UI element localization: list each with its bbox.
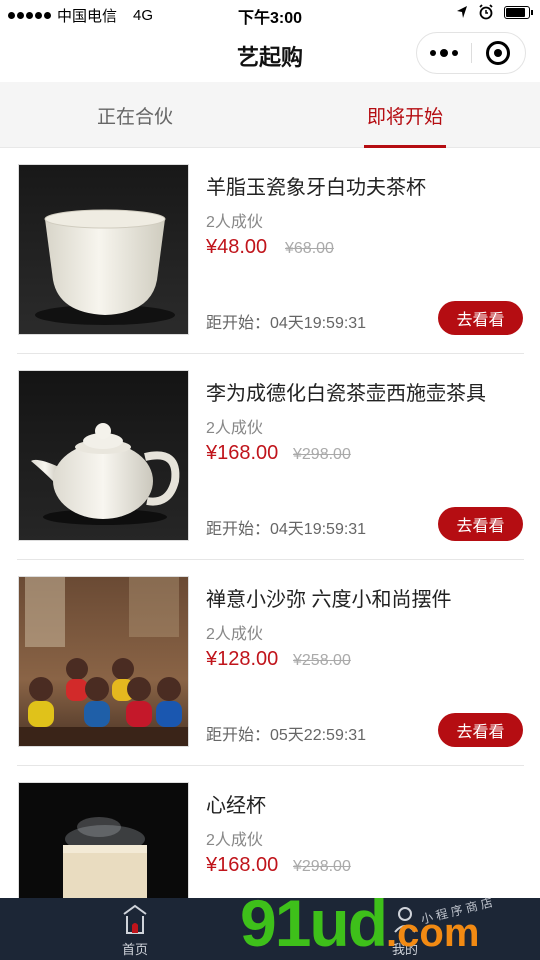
product-title: 心经杯 bbox=[206, 795, 266, 817]
product-item[interactable]: 羊脂玉瓷象牙白功夫茶杯 2人成伙 ¥48.00 ¥68.00 距开始：04天19… bbox=[17, 148, 524, 354]
tab-bar-top: 正在合伙 即将开始 bbox=[0, 82, 540, 148]
battery-icon bbox=[504, 5, 533, 19]
tab-upcoming[interactable]: 即将开始 bbox=[270, 82, 540, 148]
product-image[interactable] bbox=[18, 370, 189, 541]
countdown: 距开始：04天19:59:31 bbox=[206, 315, 367, 332]
group-price: ¥48.00 bbox=[206, 236, 268, 258]
original-price: ¥68.00 bbox=[285, 240, 334, 257]
group-size: 2人成伙 bbox=[206, 626, 263, 643]
product-item[interactable]: 李为成德化白瓷茶壶西施壶茶具 2人成伙 ¥168.00 ¥298.00 距开始：… bbox=[17, 354, 524, 560]
product-list: 羊脂玉瓷象牙白功夫茶杯 2人成伙 ¥48.00 ¥68.00 距开始：04天19… bbox=[0, 148, 540, 898]
product-title: 李为成德化白瓷茶壶西施壶茶具 bbox=[206, 383, 486, 405]
original-price: ¥298.00 bbox=[293, 446, 351, 463]
group-size: 2人成伙 bbox=[206, 214, 263, 231]
tab-ongoing[interactable]: 正在合伙 bbox=[0, 82, 270, 148]
product-image[interactable] bbox=[18, 576, 189, 747]
product-item[interactable]: 心经杯 2人成伙 ¥168.00 ¥298.00 bbox=[17, 766, 524, 898]
group-size: 2人成伙 bbox=[206, 832, 263, 849]
group-size: 2人成伙 bbox=[206, 420, 263, 437]
view-button[interactable]: 去看看 bbox=[438, 713, 523, 747]
product-item[interactable]: 禅意小沙弥 六度小和尚摆件 2人成伙 ¥128.00 ¥258.00 距开始：0… bbox=[17, 560, 524, 766]
target-close-icon bbox=[486, 41, 511, 65]
original-price: ¥298.00 bbox=[293, 858, 351, 875]
group-price: ¥168.00 bbox=[206, 854, 279, 876]
product-title: 禅意小沙弥 六度小和尚摆件 bbox=[206, 589, 452, 611]
more-button[interactable] bbox=[417, 33, 471, 73]
home-icon bbox=[123, 904, 147, 934]
watermark-logo: 91ud.com bbox=[240, 886, 480, 960]
tab-home-label: 首页 bbox=[121, 942, 148, 957]
countdown: 距开始：04天19:59:31 bbox=[206, 521, 367, 538]
group-price: ¥128.00 bbox=[206, 648, 279, 670]
product-image[interactable] bbox=[18, 164, 189, 335]
close-button[interactable] bbox=[471, 33, 525, 73]
tab-home[interactable]: 首页 bbox=[90, 898, 180, 960]
location-arrow-icon bbox=[457, 6, 467, 18]
alarm-icon bbox=[479, 4, 493, 20]
product-image[interactable] bbox=[18, 782, 189, 898]
status-right bbox=[456, 4, 533, 20]
original-price: ¥258.00 bbox=[293, 652, 351, 669]
miniprogram-capsule bbox=[416, 32, 526, 74]
view-button[interactable]: 去看看 bbox=[438, 507, 523, 541]
view-button[interactable]: 去看看 bbox=[438, 301, 523, 335]
product-title: 羊脂玉瓷象牙白功夫茶杯 bbox=[206, 177, 426, 199]
countdown: 距开始：05天22:59:31 bbox=[206, 727, 367, 744]
nav-bar: 艺起购 bbox=[0, 28, 540, 80]
group-price: ¥168.00 bbox=[206, 442, 279, 464]
status-bar: 中国电信 4G 下午3:00 bbox=[0, 0, 540, 28]
